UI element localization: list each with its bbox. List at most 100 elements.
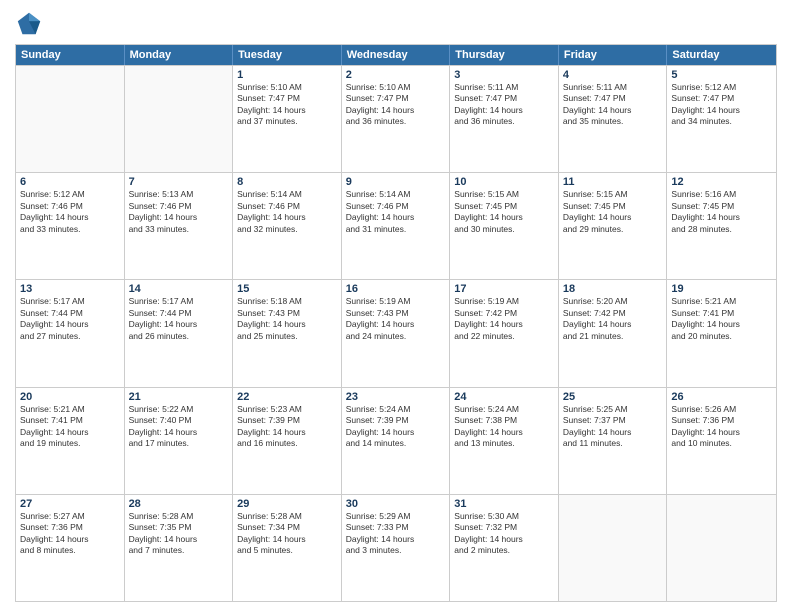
page: SundayMondayTuesdayWednesdayThursdayFrid… (0, 0, 792, 612)
calendar-empty (667, 495, 776, 601)
cell-line: Sunrise: 5:13 AM (129, 189, 229, 200)
day-number: 6 (20, 176, 120, 188)
day-number: 30 (346, 498, 446, 510)
day-number: 29 (237, 498, 337, 510)
day-number: 16 (346, 283, 446, 295)
calendar-day-26: 26Sunrise: 5:26 AMSunset: 7:36 PMDayligh… (667, 388, 776, 494)
calendar-day-1: 1Sunrise: 5:10 AMSunset: 7:47 PMDaylight… (233, 66, 342, 172)
day-number: 22 (237, 391, 337, 403)
cell-line: Daylight: 14 hours (20, 212, 120, 223)
cell-line: Sunset: 7:45 PM (563, 201, 663, 212)
cell-line: and 7 minutes. (129, 545, 229, 556)
cell-line: and 3 minutes. (346, 545, 446, 556)
day-number: 21 (129, 391, 229, 403)
calendar-day-2: 2Sunrise: 5:10 AMSunset: 7:47 PMDaylight… (342, 66, 451, 172)
cell-line: Sunrise: 5:23 AM (237, 404, 337, 415)
day-header-friday: Friday (559, 45, 668, 65)
day-header-monday: Monday (125, 45, 234, 65)
cell-line: Sunset: 7:47 PM (454, 93, 554, 104)
day-number: 15 (237, 283, 337, 295)
cell-line: Daylight: 14 hours (346, 427, 446, 438)
cell-line: Daylight: 14 hours (454, 105, 554, 116)
day-number: 31 (454, 498, 554, 510)
cell-line: Sunset: 7:32 PM (454, 522, 554, 533)
cell-line: Daylight: 14 hours (671, 212, 772, 223)
cell-line: and 26 minutes. (129, 331, 229, 342)
day-header-wednesday: Wednesday (342, 45, 451, 65)
cell-line: and 27 minutes. (20, 331, 120, 342)
cell-line: and 36 minutes. (454, 116, 554, 127)
cell-line: Daylight: 14 hours (671, 105, 772, 116)
cell-line: Sunrise: 5:11 AM (563, 82, 663, 93)
calendar-day-11: 11Sunrise: 5:15 AMSunset: 7:45 PMDayligh… (559, 173, 668, 279)
day-number: 8 (237, 176, 337, 188)
cell-line: Sunrise: 5:28 AM (129, 511, 229, 522)
cell-line: Sunrise: 5:19 AM (454, 296, 554, 307)
day-number: 2 (346, 69, 446, 81)
cell-line: Daylight: 14 hours (129, 427, 229, 438)
cell-line: Sunset: 7:35 PM (129, 522, 229, 533)
calendar-day-22: 22Sunrise: 5:23 AMSunset: 7:39 PMDayligh… (233, 388, 342, 494)
calendar-day-19: 19Sunrise: 5:21 AMSunset: 7:41 PMDayligh… (667, 280, 776, 386)
cell-line: Sunset: 7:46 PM (346, 201, 446, 212)
cell-line: Sunset: 7:38 PM (454, 415, 554, 426)
day-number: 19 (671, 283, 772, 295)
calendar-day-7: 7Sunrise: 5:13 AMSunset: 7:46 PMDaylight… (125, 173, 234, 279)
cell-line: Daylight: 14 hours (346, 319, 446, 330)
logo (15, 10, 47, 38)
cell-line: Daylight: 14 hours (237, 319, 337, 330)
calendar-day-10: 10Sunrise: 5:15 AMSunset: 7:45 PMDayligh… (450, 173, 559, 279)
cell-line: and 28 minutes. (671, 224, 772, 235)
cell-line: Daylight: 14 hours (20, 534, 120, 545)
cell-line: and 32 minutes. (237, 224, 337, 235)
day-header-thursday: Thursday (450, 45, 559, 65)
day-number: 1 (237, 69, 337, 81)
cell-line: and 37 minutes. (237, 116, 337, 127)
cell-line: Sunset: 7:42 PM (563, 308, 663, 319)
day-number: 20 (20, 391, 120, 403)
cell-line: and 35 minutes. (563, 116, 663, 127)
calendar-day-24: 24Sunrise: 5:24 AMSunset: 7:38 PMDayligh… (450, 388, 559, 494)
cell-line: Daylight: 14 hours (454, 427, 554, 438)
cell-line: Sunset: 7:43 PM (346, 308, 446, 319)
cell-line: Daylight: 14 hours (671, 319, 772, 330)
cell-line: Sunrise: 5:15 AM (454, 189, 554, 200)
cell-line: Daylight: 14 hours (129, 319, 229, 330)
cell-line: Daylight: 14 hours (563, 319, 663, 330)
day-number: 14 (129, 283, 229, 295)
cell-line: Sunset: 7:45 PM (454, 201, 554, 212)
cell-line: Sunset: 7:47 PM (237, 93, 337, 104)
calendar-header: SundayMondayTuesdayWednesdayThursdayFrid… (16, 45, 776, 65)
cell-line: Sunrise: 5:12 AM (671, 82, 772, 93)
calendar-day-31: 31Sunrise: 5:30 AMSunset: 7:32 PMDayligh… (450, 495, 559, 601)
calendar-day-30: 30Sunrise: 5:29 AMSunset: 7:33 PMDayligh… (342, 495, 451, 601)
calendar-empty (16, 66, 125, 172)
calendar-day-20: 20Sunrise: 5:21 AMSunset: 7:41 PMDayligh… (16, 388, 125, 494)
day-number: 23 (346, 391, 446, 403)
calendar-day-4: 4Sunrise: 5:11 AMSunset: 7:47 PMDaylight… (559, 66, 668, 172)
cell-line: Sunset: 7:39 PM (237, 415, 337, 426)
calendar-day-29: 29Sunrise: 5:28 AMSunset: 7:34 PMDayligh… (233, 495, 342, 601)
day-number: 17 (454, 283, 554, 295)
calendar-day-27: 27Sunrise: 5:27 AMSunset: 7:36 PMDayligh… (16, 495, 125, 601)
calendar-body: 1Sunrise: 5:10 AMSunset: 7:47 PMDaylight… (16, 65, 776, 601)
cell-line: Sunrise: 5:14 AM (237, 189, 337, 200)
cell-line: Sunrise: 5:29 AM (346, 511, 446, 522)
cell-line: and 33 minutes. (20, 224, 120, 235)
cell-line: and 11 minutes. (563, 438, 663, 449)
cell-line: Sunset: 7:39 PM (346, 415, 446, 426)
cell-line: Sunrise: 5:19 AM (346, 296, 446, 307)
day-header-tuesday: Tuesday (233, 45, 342, 65)
day-number: 25 (563, 391, 663, 403)
cell-line: Sunset: 7:43 PM (237, 308, 337, 319)
cell-line: and 8 minutes. (20, 545, 120, 556)
cell-line: and 14 minutes. (346, 438, 446, 449)
cell-line: Sunrise: 5:10 AM (237, 82, 337, 93)
cell-line: and 2 minutes. (454, 545, 554, 556)
day-number: 7 (129, 176, 229, 188)
calendar-empty (125, 66, 234, 172)
cell-line: Sunset: 7:46 PM (237, 201, 337, 212)
calendar-week-3: 13Sunrise: 5:17 AMSunset: 7:44 PMDayligh… (16, 279, 776, 386)
cell-line: Sunrise: 5:16 AM (671, 189, 772, 200)
calendar-week-2: 6Sunrise: 5:12 AMSunset: 7:46 PMDaylight… (16, 172, 776, 279)
